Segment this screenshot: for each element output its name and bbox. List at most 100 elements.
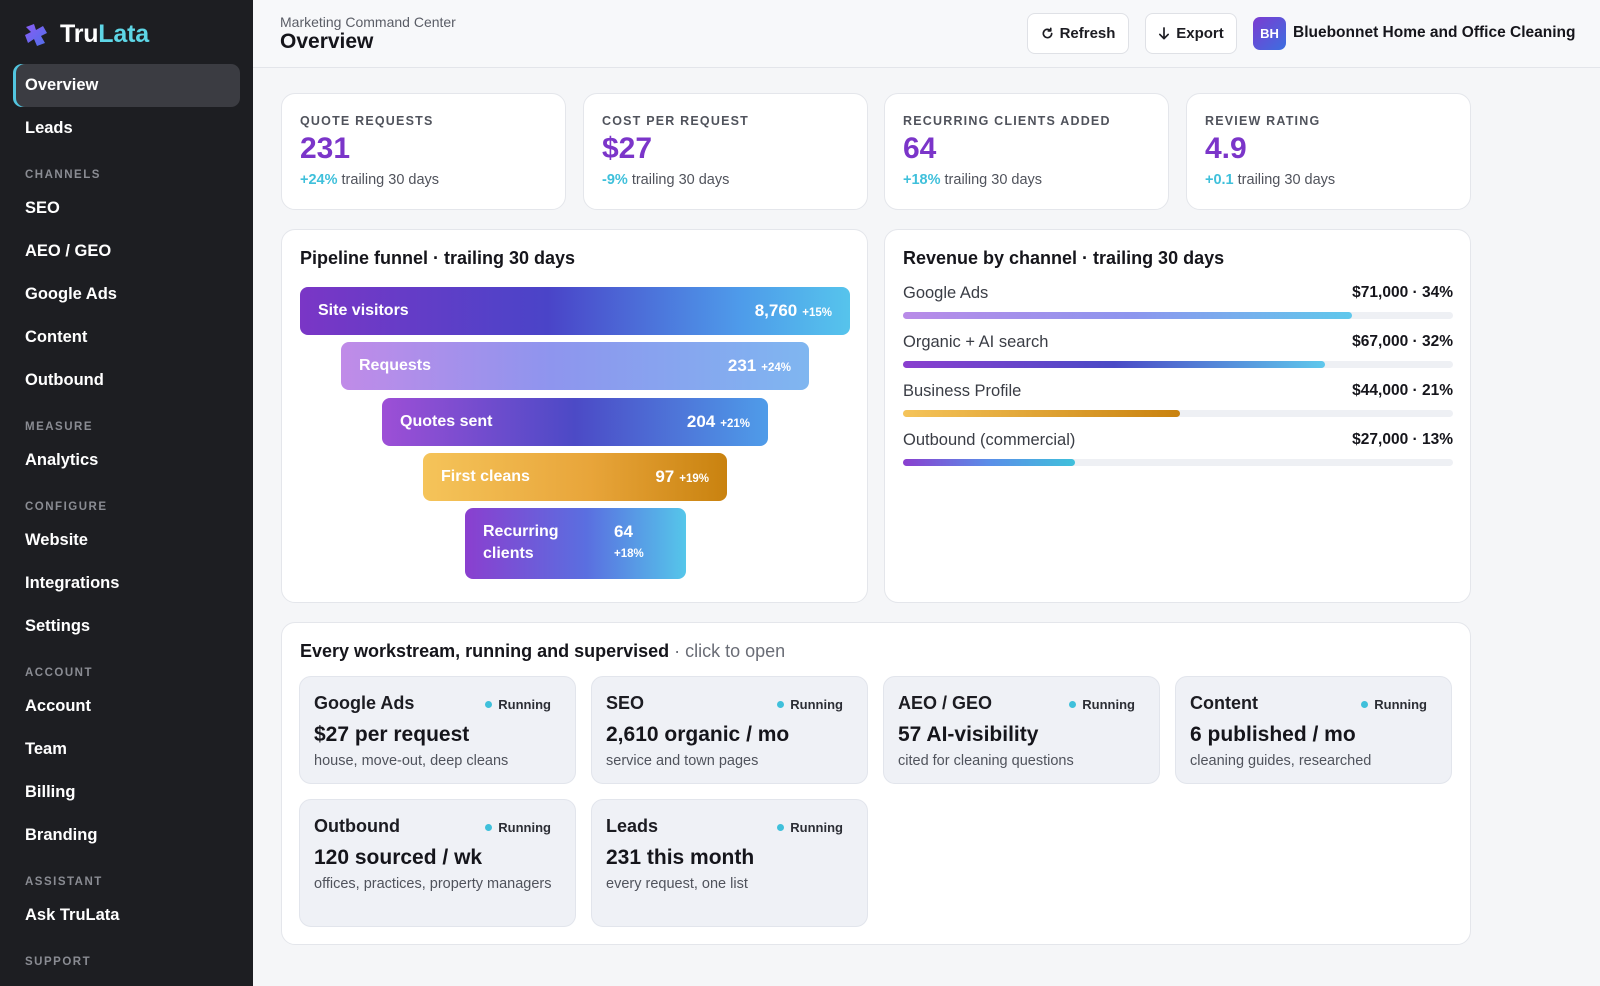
workstream-card-outbound[interactable]: Outbound Running 120 sourced / wk office… [299, 799, 576, 927]
revenue-channel-value: $67,000 · 32% [1352, 333, 1453, 350]
kpi-delta: +0.1 [1205, 172, 1234, 188]
workstream-name: SEO [606, 693, 645, 713]
kpi-delta: +24% [300, 172, 338, 188]
funnel-stage-label: First cleans [441, 468, 530, 485]
sidebar-item-seo[interactable]: SEO [13, 187, 240, 230]
funnel-stage-site-visitors[interactable]: Site visitors 8,760 +15% [300, 287, 850, 335]
workstream-metric: $27 per request [314, 723, 470, 746]
funnel-stage-quotes-sent[interactable]: Quotes sent 204 +21% [382, 398, 768, 446]
revenue-channel-value: $44,000 · 21% [1352, 382, 1453, 399]
workstream-card-google-ads[interactable]: Google Ads Running $27 per request house… [299, 676, 576, 784]
kpi-delta: +18% [903, 172, 941, 188]
workstream-name: AEO / GEO [898, 693, 993, 713]
sidebar-item-billing[interactable]: Billing [13, 771, 240, 814]
kpi-label: RECURRING CLIENTS ADDED [903, 114, 1111, 128]
funnel-stage-count: 231 [727, 356, 757, 375]
kpi-card-quote-requests: QUOTE REQUESTS 231 +24% trailing 30 days [281, 93, 566, 210]
kpi-value: 64 [903, 132, 937, 165]
status-dot-icon [485, 701, 493, 708]
sidebar-section-support: SUPPORT [25, 956, 92, 968]
status-dot-icon [1361, 701, 1369, 708]
workstream-name: Content [1190, 693, 1258, 713]
header-subtitle: Marketing Command Center [280, 14, 456, 30]
sidebar-item-account[interactable]: Account [13, 685, 240, 728]
sidebar-item-ask-trulata[interactable]: Ask TruLata [13, 894, 240, 937]
kpi-card-recurring-clients: RECURRING CLIENTS ADDED 64 +18% trailing… [884, 93, 1169, 210]
sidebar-item-content[interactable]: Content [13, 316, 240, 359]
sidebar-item-integrations[interactable]: Integrations [13, 562, 240, 605]
status-label: Running [1374, 697, 1427, 712]
funnel-stage-value: 97 +19% [655, 467, 709, 487]
revenue-row-outbound-commercial[interactable]: Outbound (commercial) $27,000 · 13% [903, 431, 1453, 471]
kpi-label: REVIEW RATING [1205, 114, 1321, 128]
kpi-value: 231 [300, 132, 351, 165]
revenue-bar-track [903, 459, 1453, 466]
export-label: Export [1176, 25, 1224, 42]
funnel-stage-value: 8,760 +15% [755, 301, 832, 321]
workstream-metric: 57 AI-visibility [898, 723, 1039, 746]
workstream-description: every request, one list [606, 876, 748, 892]
workstream-card-leads[interactable]: Leads Running 231 this month every reque… [591, 799, 868, 927]
workstream-description: house, move-out, deep cleans [314, 753, 509, 769]
status-dot-icon [485, 824, 493, 831]
sidebar-item-aeo-geo[interactable]: AEO / GEO [13, 230, 240, 273]
kpi-period: trailing 30 days [341, 172, 440, 188]
top-header: Marketing Command Center Overview Refres… [253, 0, 1600, 68]
status-label: Running [498, 820, 551, 835]
workstream-name: Outbound [314, 816, 400, 836]
status-label: Running [498, 697, 551, 712]
sidebar-item-overview[interactable]: Overview [13, 64, 240, 107]
revenue-row-business-profile[interactable]: Business Profile $44,000 · 21% [903, 382, 1453, 422]
sidebar-section-channels: CHANNELS [25, 169, 101, 181]
kpi-period: trailing 30 days [944, 172, 1043, 188]
funnel-stage-label: Quotes sent [400, 413, 493, 430]
sidebar-section-account: ACCOUNT [25, 667, 93, 679]
avatar[interactable]: BH [1253, 17, 1286, 50]
export-button[interactable]: Export [1145, 13, 1237, 54]
revenue-channel-name: Outbound (commercial) [903, 431, 1076, 449]
status-dot-icon [777, 824, 785, 831]
revenue-row-organic-ai-search[interactable]: Organic + AI search $67,000 · 32% [903, 333, 1453, 373]
kpi-card-cost-per-request: COST PER REQUEST $27 -9% trailing 30 day… [583, 93, 868, 210]
workstream-metric: 120 sourced / wk [314, 846, 483, 869]
workstream-card-content[interactable]: Content Running 6 published / mo cleanin… [1175, 676, 1452, 784]
sidebar-item-team[interactable]: Team [13, 728, 240, 771]
refresh-label: Refresh [1059, 25, 1116, 42]
business-name[interactable]: Bluebonnet Home and Office Cleaning [1293, 24, 1575, 42]
funnel-stage-label: Recurring clients [483, 521, 559, 565]
funnel-stage-count: 8,760 [754, 301, 798, 320]
funnel-stage-first-cleans[interactable]: First cleans 97 +19% [423, 453, 727, 501]
status-badge: Running [777, 697, 843, 712]
status-label: Running [1082, 697, 1135, 712]
refresh-icon [1042, 27, 1053, 39]
brand[interactable]: TruLata [22, 20, 149, 49]
workstream-card-seo[interactable]: SEO Running 2,610 organic / mo service a… [591, 676, 868, 784]
status-label: Running [790, 820, 843, 835]
sidebar-item-analytics[interactable]: Analytics [13, 439, 240, 482]
workstream-card-aeo-geo[interactable]: AEO / GEO Running 57 AI-visibility cited… [883, 676, 1160, 784]
sidebar-item-google-ads[interactable]: Google Ads [13, 273, 240, 316]
brand-name-part1: Tru [60, 20, 99, 48]
funnel-stage-label-line1: Recurring [483, 523, 559, 540]
workstream-name: Leads [606, 816, 659, 836]
kpi-period: trailing 30 days [631, 172, 730, 188]
funnel-stage-requests[interactable]: Requests 231 +24% [341, 342, 809, 390]
workstreams-panel: Every workstream, running and supervised… [281, 622, 1471, 945]
revenue-channel-name: Business Profile [903, 382, 1022, 400]
refresh-button[interactable]: Refresh [1027, 13, 1129, 54]
sidebar-item-website[interactable]: Website [13, 519, 240, 562]
revenue-channel-value: $27,000 · 13% [1352, 431, 1453, 448]
sidebar-item-settings[interactable]: Settings [13, 605, 240, 648]
sidebar-item-outbound[interactable]: Outbound [13, 359, 240, 402]
workstream-metric: 6 published / mo [1190, 723, 1356, 746]
sidebar-item-leads[interactable]: Leads [13, 107, 240, 150]
funnel-stage-label: Site visitors [318, 302, 409, 319]
funnel-stage-change: +21% [720, 418, 750, 430]
sidebar-item-branding[interactable]: Branding [13, 814, 240, 857]
status-dot-icon [1069, 701, 1077, 708]
download-arrow-icon [1159, 27, 1170, 40]
revenue-channel-name: Google Ads [903, 284, 989, 302]
funnel-stage-recurring-clients[interactable]: Recurring clients 64 +18% [465, 508, 686, 579]
kpi-label: COST PER REQUEST [602, 114, 749, 128]
revenue-row-google-ads[interactable]: Google Ads $71,000 · 34% [903, 284, 1453, 324]
